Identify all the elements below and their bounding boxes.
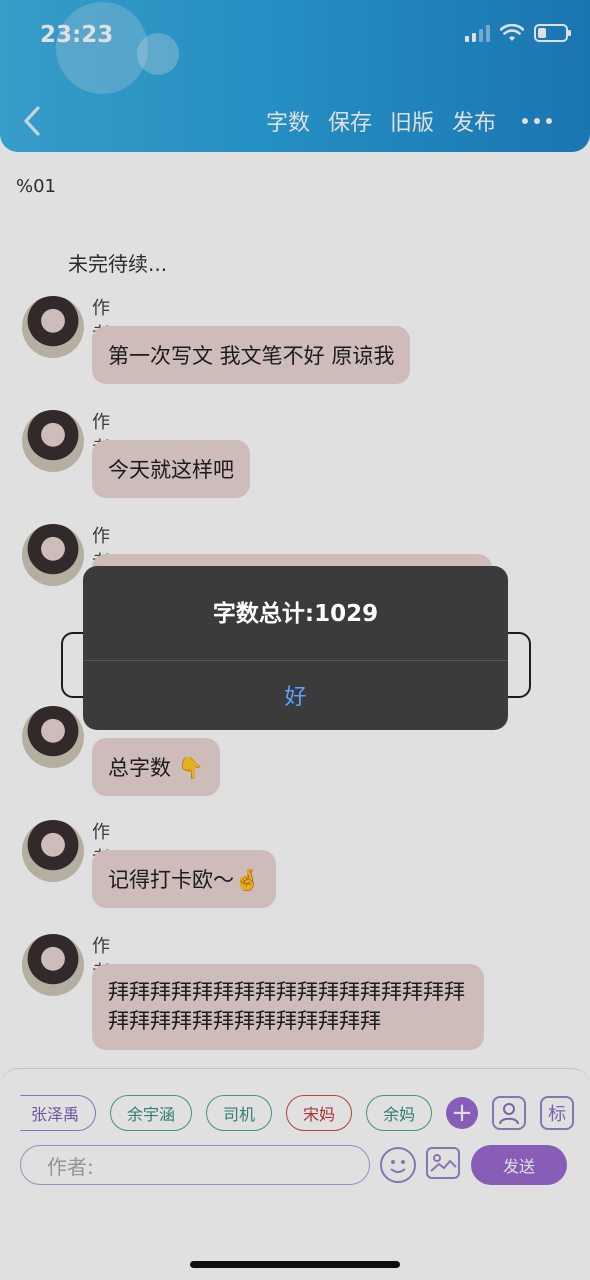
- alert-title: 字数总计:1029: [212, 601, 379, 627]
- alert-dialog: 字数总计:1029 好: [83, 566, 508, 730]
- alert-ok-button[interactable]: 好: [83, 660, 508, 730]
